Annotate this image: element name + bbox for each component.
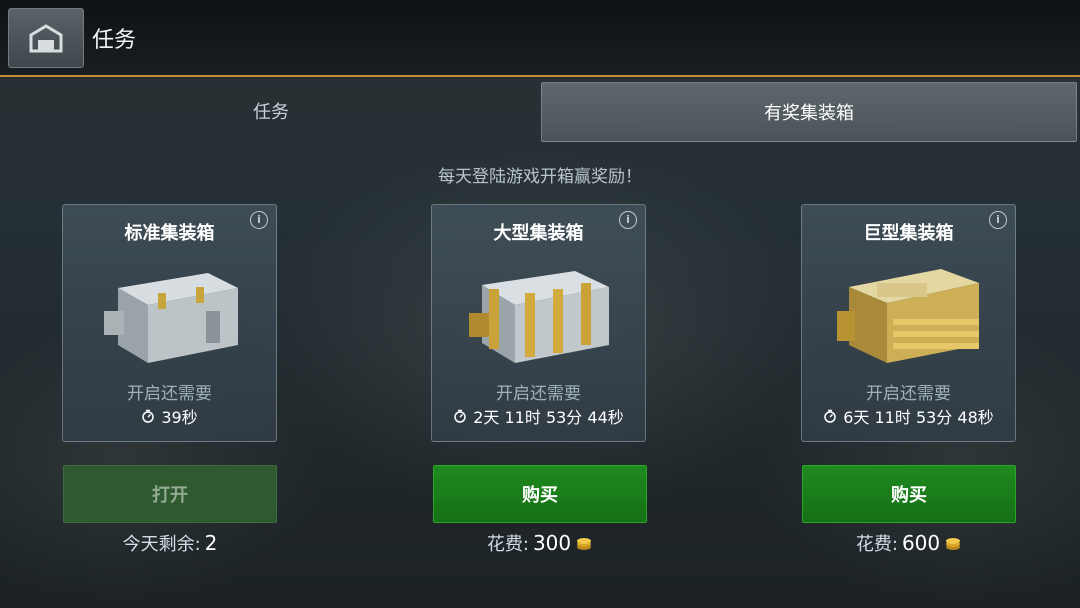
remaining-label: 今天剩余: [122,534,201,555]
open-button[interactable]: 打开 [63,465,277,523]
gold-coin-icon [946,538,961,550]
countdown-timer: 39秒 [63,404,276,428]
top-bar: 任务 [0,0,1080,77]
buy-huge-button[interactable]: 购买 [802,465,1016,523]
timer-value: 2天 11时 53分 44秒 [473,408,624,427]
garage-icon [29,24,63,53]
cost-value: 600 [901,531,941,555]
info-icon[interactable]: i [619,211,637,229]
cost-label: 花费: [486,534,529,555]
remaining-today: 今天剩余: 2 [63,530,277,556]
info-icon[interactable]: i [989,211,1007,229]
stopwatch-icon [824,409,836,423]
open-in-label: 开启还需要 [866,384,951,404]
crate-card-large: 大型集装箱 i 开启还需要 2天 11时 53分 44秒 [431,204,646,442]
crate-card-huge: 巨型集装箱 i 开启还需要 6天 11时 53分 48秒 [801,204,1016,442]
info-icon[interactable]: i [250,211,268,229]
remaining-count: 2 [204,531,218,555]
countdown-timer: 2天 11时 53分 44秒 [432,404,645,428]
open-in-label: 开启还需要 [496,384,581,404]
cost-label: 花费: [855,534,898,555]
cost-value: 300 [532,531,572,555]
huge-crate-icon [837,269,979,363]
stopwatch-icon [454,409,466,423]
cost-large: 花费: 300 [433,530,647,556]
timer-value: 39秒 [161,408,198,427]
tab-quests[interactable]: 任务 [4,82,538,140]
stopwatch-icon [142,409,155,423]
countdown-timer: 6天 11时 53分 48秒 [802,404,1015,428]
crate-title: 巨型集装箱 [863,223,954,244]
tab-reward-crates[interactable]: 有奖集装箱 [541,82,1077,142]
buy-large-button[interactable]: 购买 [433,465,647,523]
open-in-label: 开启还需要 [127,384,212,404]
crate-card-standard: 标准集装箱 i 开启还需要 39秒 [62,204,277,442]
page-title: 任务 [92,28,137,53]
cost-huge: 花费: 600 [802,530,1016,556]
standard-crate-icon [104,273,238,363]
large-crate-icon [469,271,609,363]
home-button[interactable] [8,8,84,68]
timer-value: 6天 11时 53分 48秒 [843,408,994,427]
crate-title: 大型集装箱 [493,223,584,244]
crate-title: 标准集装箱 [124,223,215,244]
gold-coin-icon [577,538,592,550]
daily-login-subtitle: 每天登陆游戏开箱赢奖励！ [438,167,642,187]
